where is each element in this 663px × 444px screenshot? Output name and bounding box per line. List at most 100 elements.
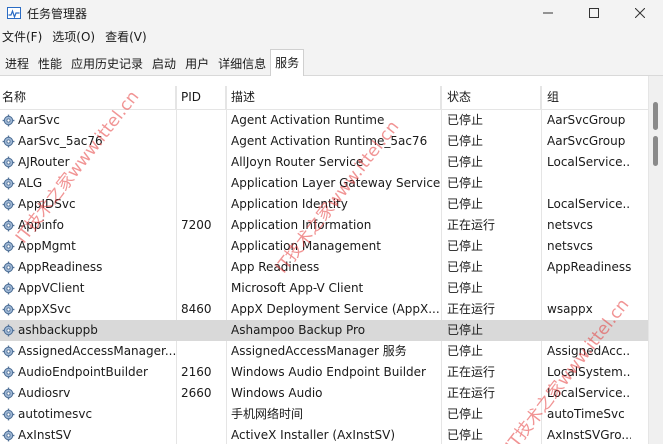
cell-group: LocalService... <box>547 155 631 169</box>
cell-status: 已停止 <box>447 197 484 211</box>
cell-status: 已停止 <box>447 407 484 421</box>
table-row[interactable]: ALG Application Layer Gateway Service 已停止 <box>0 173 649 194</box>
table-row[interactable]: AssignedAccessManager... AssignedAccessMa… <box>0 341 649 362</box>
cell-status: 已停止 <box>447 155 484 169</box>
cell-status: 已停止 <box>447 344 484 358</box>
cell-description: Application Identity <box>231 197 348 211</box>
cell-name: Audiosrv <box>18 386 71 400</box>
menu-options[interactable]: 选项(O) <box>49 26 102 48</box>
minimize-button[interactable] <box>525 0 571 26</box>
cell-description: AllJoyn Router Service <box>231 155 364 169</box>
table-row[interactable]: AudioEndpointBuilder 2160 Windows Audio En… <box>0 362 649 383</box>
window-title: 任务管理器 <box>27 6 88 21</box>
cell-pid: 2160 <box>181 365 212 379</box>
cell-name: Appinfo <box>18 218 64 232</box>
cell-group <box>541 173 631 194</box>
cell-pid: 2660 <box>181 386 212 400</box>
tab-bar: 进程 性能 应用历史记录 启动 用户 详细信息 服务 <box>0 48 663 76</box>
cell-name: autotimesvc <box>18 407 93 421</box>
task-manager-icon <box>7 7 21 19</box>
menu-bar: 文件(F) 选项(O) 查看(V) <box>0 26 663 48</box>
cell-status: 正在运行 <box>447 218 496 232</box>
table-row[interactable]: AppVClient Microsoft App-V Client 已停止 <box>0 278 649 299</box>
cell-description: AssignedAccessManager 服务 <box>231 344 407 358</box>
cell-pid <box>176 425 226 444</box>
table-row[interactable]: ashbackuppb Ashampoo Backup Pro 已停止 <box>0 320 649 341</box>
cell-group: AppReadiness <box>547 260 631 274</box>
cell-name: AppMgmt <box>18 239 76 253</box>
minimize-icon <box>543 12 553 14</box>
cell-name: AxInstSV <box>18 428 72 442</box>
cell-pid <box>176 152 226 173</box>
close-button[interactable] <box>617 0 663 26</box>
tab-app-history[interactable]: 应用历史记录 <box>66 51 148 75</box>
cell-group: AarSvcGroup <box>547 134 626 148</box>
vertical-scrollbar[interactable] <box>648 76 663 444</box>
cell-pid <box>176 131 226 152</box>
cell-description: Agent Activation Runtime_5ac76 <box>231 134 428 148</box>
cell-name: AudioEndpointBuilder <box>18 365 148 379</box>
cell-pid <box>176 278 226 299</box>
column-header-description[interactable]: 描述 <box>226 86 441 109</box>
cell-pid <box>176 341 226 362</box>
cell-description: Microsoft App-V Client <box>231 281 364 295</box>
cell-status: 已停止 <box>447 239 484 253</box>
table-row[interactable]: AJRouter AllJoyn Router Service 已停止 LocalSe… <box>0 152 649 173</box>
services-table: 名称 PID 描述 状态 组 AarSvc Agent Activation Ru… <box>0 76 649 444</box>
column-header-status[interactable]: 状态 <box>441 86 541 109</box>
scrollbar-thumb[interactable] <box>653 102 658 130</box>
cell-status: 已停止 <box>447 176 484 190</box>
cell-group: LocalService... <box>547 386 631 400</box>
table-row[interactable]: Audiosrv 2660 Windows Audio 正在运行 LocalServic… <box>0 383 649 404</box>
window-controls <box>525 0 663 26</box>
tab-performance[interactable]: 性能 <box>33 51 67 75</box>
table-row[interactable]: AxInstSV ActiveX Installer (AxInstSV) 已停止 A… <box>0 425 649 444</box>
maximize-button[interactable] <box>571 0 617 26</box>
menu-file[interactable]: 文件(F) <box>0 26 49 48</box>
table-row[interactable]: AarSvc_5ac76 Agent Activation Runtime_5ac… <box>0 131 649 152</box>
cell-pid: 8460 <box>181 302 212 316</box>
cell-name: ALG <box>18 176 43 190</box>
cell-status: 已停止 <box>447 113 484 127</box>
task-manager-window: 任务管理器 文件(F) 选项(O) 查看(V) 进程 性能 应用历史记录 启动 … <box>0 0 663 444</box>
cell-status: 已停止 <box>447 281 484 295</box>
cell-pid: 7200 <box>181 218 212 232</box>
cell-pid <box>176 320 226 341</box>
cell-description: ActiveX Installer (AxInstSV) <box>231 428 396 442</box>
maximize-icon <box>589 8 599 18</box>
cell-group: netsvcs <box>547 239 593 253</box>
table-row[interactable]: AppXSvc 8460 AppX Deployment Service (AppX… <box>0 299 649 320</box>
column-header-name[interactable]: 名称 <box>0 86 176 109</box>
tab-services[interactable]: 服务 <box>270 49 305 76</box>
cell-name: AppVClient <box>18 281 85 295</box>
table-row[interactable]: autotimesvc 手机网络时间 已停止 autoTimeSvc <box>0 404 649 425</box>
cell-description: Application Layer Gateway Service <box>231 176 441 190</box>
cell-group: LocalService... <box>547 197 631 211</box>
cell-name: AJRouter <box>18 155 70 169</box>
column-header-group[interactable]: 组 <box>541 86 649 109</box>
table-row[interactable]: AppIDSvc Application Identity 已停止 LocalServ… <box>0 194 649 215</box>
column-header-pid[interactable]: PID <box>176 86 226 109</box>
tab-users[interactable]: 用户 <box>180 51 214 75</box>
cell-group: AssignedAcc... <box>547 344 631 358</box>
table-row[interactable]: AppReadiness App Readiness 已停止 AppReadiness <box>0 257 649 278</box>
table-row[interactable]: Appinfo 7200 Application Information 正在运行 ne… <box>0 215 649 236</box>
cell-description: Windows Audio <box>231 386 323 400</box>
menu-view[interactable]: 查看(V) <box>102 26 154 48</box>
cell-pid <box>176 257 226 278</box>
cell-name: AssignedAccessManager... <box>18 344 176 358</box>
title-bar[interactable]: 任务管理器 <box>0 0 663 26</box>
table-row[interactable]: AarSvc Agent Activation Runtime 已停止 AarSvcG… <box>0 110 649 131</box>
scrollbar-thumb[interactable] <box>653 136 658 166</box>
cell-status: 已停止 <box>447 260 484 274</box>
cell-status: 已停止 <box>447 134 484 148</box>
cell-group: wsappx <box>547 302 593 316</box>
cell-status: 已停止 <box>447 323 484 337</box>
close-icon <box>635 8 645 18</box>
cell-pid <box>176 236 226 257</box>
table-row[interactable]: AppMgmt Application Management 已停止 netsvcs <box>0 236 649 257</box>
cell-group <box>541 278 631 299</box>
tab-startup[interactable]: 启动 <box>147 51 181 75</box>
tab-processes[interactable]: 进程 <box>0 51 34 75</box>
tab-details[interactable]: 详细信息 <box>213 51 271 75</box>
